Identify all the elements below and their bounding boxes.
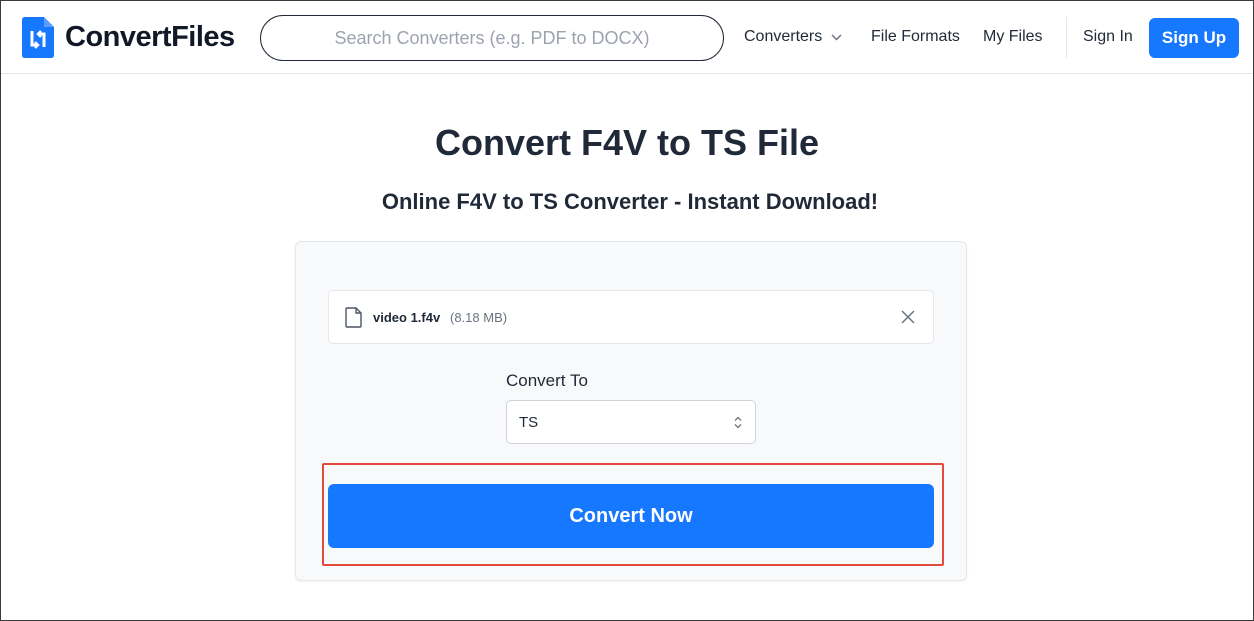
search-input[interactable] [261, 16, 723, 60]
close-icon[interactable] [901, 310, 915, 324]
select-arrows-icon [734, 416, 742, 429]
file-item: video 1.f4v (8.18 MB) [328, 290, 934, 344]
convert-to-value: TS [519, 414, 539, 431]
nav-file-formats[interactable]: File Formats [871, 28, 960, 46]
sign-up-button[interactable]: Sign Up [1149, 18, 1239, 58]
chevron-down-icon [831, 33, 842, 41]
page-title: Convert F4V to TS File [434, 122, 820, 163]
nav-my-files[interactable]: My Files [983, 28, 1043, 46]
nav-divider [1066, 17, 1067, 58]
nav-converters[interactable]: Converters [744, 28, 842, 46]
convert-now-button[interactable]: Convert Now [328, 484, 934, 548]
search-bar[interactable] [260, 15, 724, 61]
logo-icon [22, 17, 54, 58]
sign-in-link[interactable]: Sign In [1083, 28, 1133, 46]
convert-to-select[interactable]: TS [506, 400, 756, 444]
logo-text: ConvertFiles [65, 21, 235, 53]
page-subtitle: Online F4V to TS Converter - Instant Dow… [381, 189, 879, 214]
logo[interactable]: ConvertFiles [22, 17, 235, 58]
file-size: (8.18 MB) [450, 310, 508, 325]
convert-to-label: Convert To [506, 371, 588, 390]
file-icon [345, 307, 362, 328]
nav-converters-label: Converters [744, 28, 823, 45]
file-name: video 1.f4v [373, 310, 441, 325]
top-header: ConvertFiles Converters File Formats My … [1, 1, 1253, 74]
